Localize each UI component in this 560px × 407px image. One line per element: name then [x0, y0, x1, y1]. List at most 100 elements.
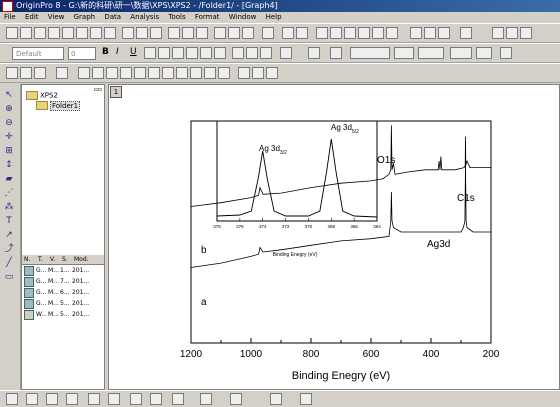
save-template-icon[interactable] — [182, 27, 194, 39]
table-row[interactable]: W...M...5... 201... — [22, 309, 104, 320]
menu-graph[interactable]: Graph — [74, 13, 95, 21]
script-window-icon[interactable] — [372, 27, 384, 39]
add-layer-icon[interactable] — [78, 67, 90, 79]
add-new-columns-icon[interactable] — [460, 27, 472, 39]
project-explorer-icon[interactable] — [330, 27, 342, 39]
extract-layers-icon[interactable] — [176, 67, 188, 79]
export-graph-icon[interactable] — [196, 27, 208, 39]
menu-file[interactable]: File — [4, 13, 16, 21]
pie-chart-icon[interactable] — [172, 393, 184, 405]
table-row[interactable]: G... M...1... 201... — [22, 265, 104, 276]
line-tool-icon[interactable]: ╱ — [4, 258, 14, 268]
set-xy-icon[interactable] — [492, 27, 504, 39]
fill-area-icon[interactable] — [150, 393, 162, 405]
italic-icon[interactable]: I — [116, 47, 128, 59]
new-project-icon[interactable] — [6, 27, 18, 39]
format-extra-icon[interactable] — [500, 47, 512, 59]
arrow-style-icon[interactable] — [26, 393, 38, 405]
col-size[interactable]: S. — [62, 255, 74, 264]
superscript-icon[interactable] — [144, 47, 156, 59]
add-right-y-icon[interactable] — [106, 67, 118, 79]
freehand-icon[interactable] — [66, 393, 78, 405]
decrease-font-icon[interactable] — [214, 47, 226, 59]
col-name[interactable]: N. — [22, 255, 38, 264]
col-view[interactable]: V. — [50, 255, 62, 264]
add-inset-icon[interactable] — [120, 67, 132, 79]
new-function-icon[interactable] — [76, 27, 88, 39]
arrow-tool-icon[interactable]: ↗ — [4, 230, 14, 240]
fill-color-icon[interactable] — [308, 47, 320, 59]
menu-help[interactable]: Help — [266, 13, 282, 21]
set-column-icon[interactable] — [506, 27, 518, 39]
cut-icon[interactable] — [410, 27, 422, 39]
copy-icon[interactable] — [424, 27, 436, 39]
screen-reader-icon[interactable]: ✛ — [4, 132, 14, 142]
print-icon[interactable] — [262, 27, 274, 39]
code-builder-icon[interactable] — [316, 27, 328, 39]
xps-plot[interactable]: 1200 1000 800 600 400 200 378 376 374 372 370 368 3… — [109, 85, 560, 391]
layer-content-icon[interactable] — [238, 67, 250, 79]
timestamp-icon[interactable] — [252, 67, 264, 79]
add-inset-data-icon[interactable] — [134, 67, 146, 79]
increase-font-icon[interactable] — [200, 47, 212, 59]
table-row[interactable]: G... M...6... 201... — [22, 287, 104, 298]
menu-data[interactable]: Data — [104, 13, 121, 21]
rescale-icon[interactable] — [56, 67, 68, 79]
supersub-icon[interactable] — [172, 47, 184, 59]
curved-arrow-icon[interactable]: ⤴ — [4, 244, 14, 254]
contour-icon[interactable] — [230, 393, 242, 405]
menu-window[interactable]: Window — [229, 13, 257, 21]
left-align-icon[interactable] — [232, 47, 244, 59]
plot-color-icon[interactable] — [88, 393, 100, 405]
statistics-plot-icon[interactable] — [270, 393, 282, 405]
results-log-icon[interactable] — [344, 27, 356, 39]
merge-graph-icon[interactable] — [162, 67, 174, 79]
zoom-out-tool-icon[interactable]: ⊖ — [4, 118, 14, 128]
open-template-icon[interactable] — [136, 27, 148, 39]
axis-break-icon[interactable] — [218, 67, 230, 79]
line-style-select[interactable] — [350, 47, 390, 59]
col-modified[interactable]: Mod. — [74, 256, 89, 263]
date-time-icon[interactable] — [266, 67, 278, 79]
subscript-icon[interactable] — [158, 47, 170, 59]
line-width-select[interactable] — [394, 47, 414, 59]
paste-icon[interactable] — [438, 27, 450, 39]
new-excel-icon[interactable] — [34, 27, 46, 39]
right-align-icon[interactable] — [260, 47, 272, 59]
graph-type-icon[interactable] — [108, 393, 120, 405]
symbol-size-select[interactable] — [450, 47, 472, 59]
add-top-x-icon[interactable] — [92, 67, 104, 79]
regional-mask-icon[interactable]: ⋰ — [4, 188, 14, 198]
menu-view[interactable]: View — [48, 13, 65, 21]
tree-folder1[interactable]: Folder1 — [36, 100, 81, 111]
layer-management-icon[interactable] — [190, 67, 202, 79]
message-log-icon[interactable] — [386, 27, 398, 39]
menu-edit[interactable]: Edit — [25, 13, 39, 21]
import-wizard-icon[interactable] — [242, 27, 254, 39]
underline-icon[interactable]: U — [130, 47, 142, 59]
zoom-tool-icon[interactable]: ⊕ — [4, 104, 14, 114]
menu-format[interactable]: Format — [195, 13, 220, 21]
draw-data-icon[interactable]: ▰ — [4, 174, 14, 184]
zoom-in-icon[interactable] — [6, 67, 18, 79]
mask-points-icon[interactable]: ⁂ — [4, 202, 14, 212]
table-row[interactable]: G... M...7... 201... — [22, 276, 104, 287]
tree-root[interactable]: XPS2 — [26, 91, 58, 100]
col-type[interactable]: T. — [38, 255, 50, 264]
font-color-icon[interactable] — [280, 47, 292, 59]
save-project-icon[interactable] — [168, 27, 180, 39]
data-reader-icon[interactable]: ⊞ — [4, 146, 14, 156]
zoom-out-icon[interactable] — [20, 67, 32, 79]
import-multiple-icon[interactable] — [228, 27, 240, 39]
column-values-icon[interactable] — [520, 27, 532, 39]
text-tool-icon[interactable]: T — [4, 216, 14, 226]
new-notes-icon[interactable] — [90, 27, 102, 39]
refresh-icon[interactable] — [282, 27, 294, 39]
whole-page-icon[interactable] — [34, 67, 46, 79]
template-library-icon[interactable] — [300, 393, 312, 405]
table-row[interactable]: G... M...5... 201... — [22, 298, 104, 309]
duplicate-icon[interactable] — [296, 27, 308, 39]
symbol-shape-select[interactable] — [476, 47, 492, 59]
center-align-icon[interactable] — [246, 47, 258, 59]
polyline-icon[interactable] — [46, 393, 58, 405]
